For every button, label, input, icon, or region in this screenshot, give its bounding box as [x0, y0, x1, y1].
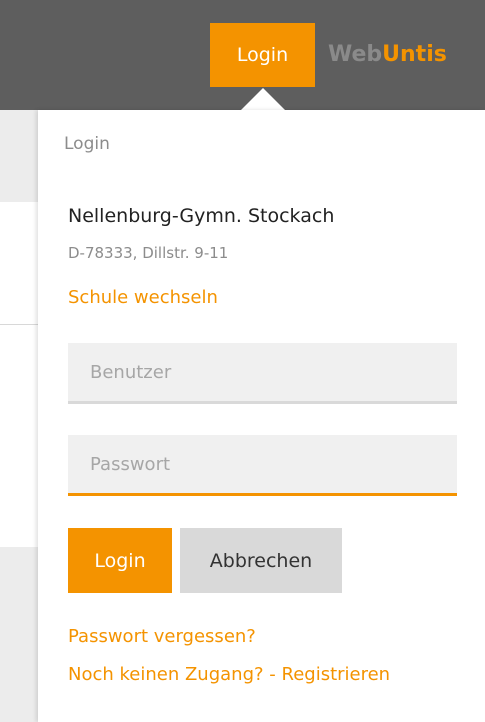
login-tab-label: Login [236, 44, 289, 66]
forgot-password-link[interactable]: Passwort vergessen? [68, 626, 256, 647]
school-address: D-78333, Dillstr. 9-11 [68, 244, 229, 262]
background-divider [0, 324, 40, 325]
panel-title: Login [64, 134, 110, 154]
school-name: Nellenburg-Gymn. Stockach [68, 205, 335, 227]
dropdown-caret-icon [241, 88, 285, 110]
logo-web-text: Web [328, 42, 383, 67]
webuntis-logo: WebUntis [328, 40, 447, 70]
password-input[interactable] [68, 435, 457, 496]
background-panel-bottom [0, 547, 40, 722]
username-input[interactable] [68, 343, 457, 404]
logo-untis-text: Untis [382, 42, 447, 67]
register-link[interactable]: Noch keinen Zugang? - Registrieren [68, 664, 390, 685]
login-tab-button[interactable]: Login [210, 23, 315, 87]
login-button[interactable]: Login [68, 528, 172, 593]
background-panel-top [0, 110, 40, 202]
switch-school-link[interactable]: Schule wechseln [68, 287, 218, 308]
cancel-button[interactable]: Abbrechen [180, 528, 342, 593]
login-panel: Login Nellenburg-Gymn. Stockach D-78333,… [38, 110, 485, 722]
top-header-bar: Login WebUntis [0, 0, 485, 110]
